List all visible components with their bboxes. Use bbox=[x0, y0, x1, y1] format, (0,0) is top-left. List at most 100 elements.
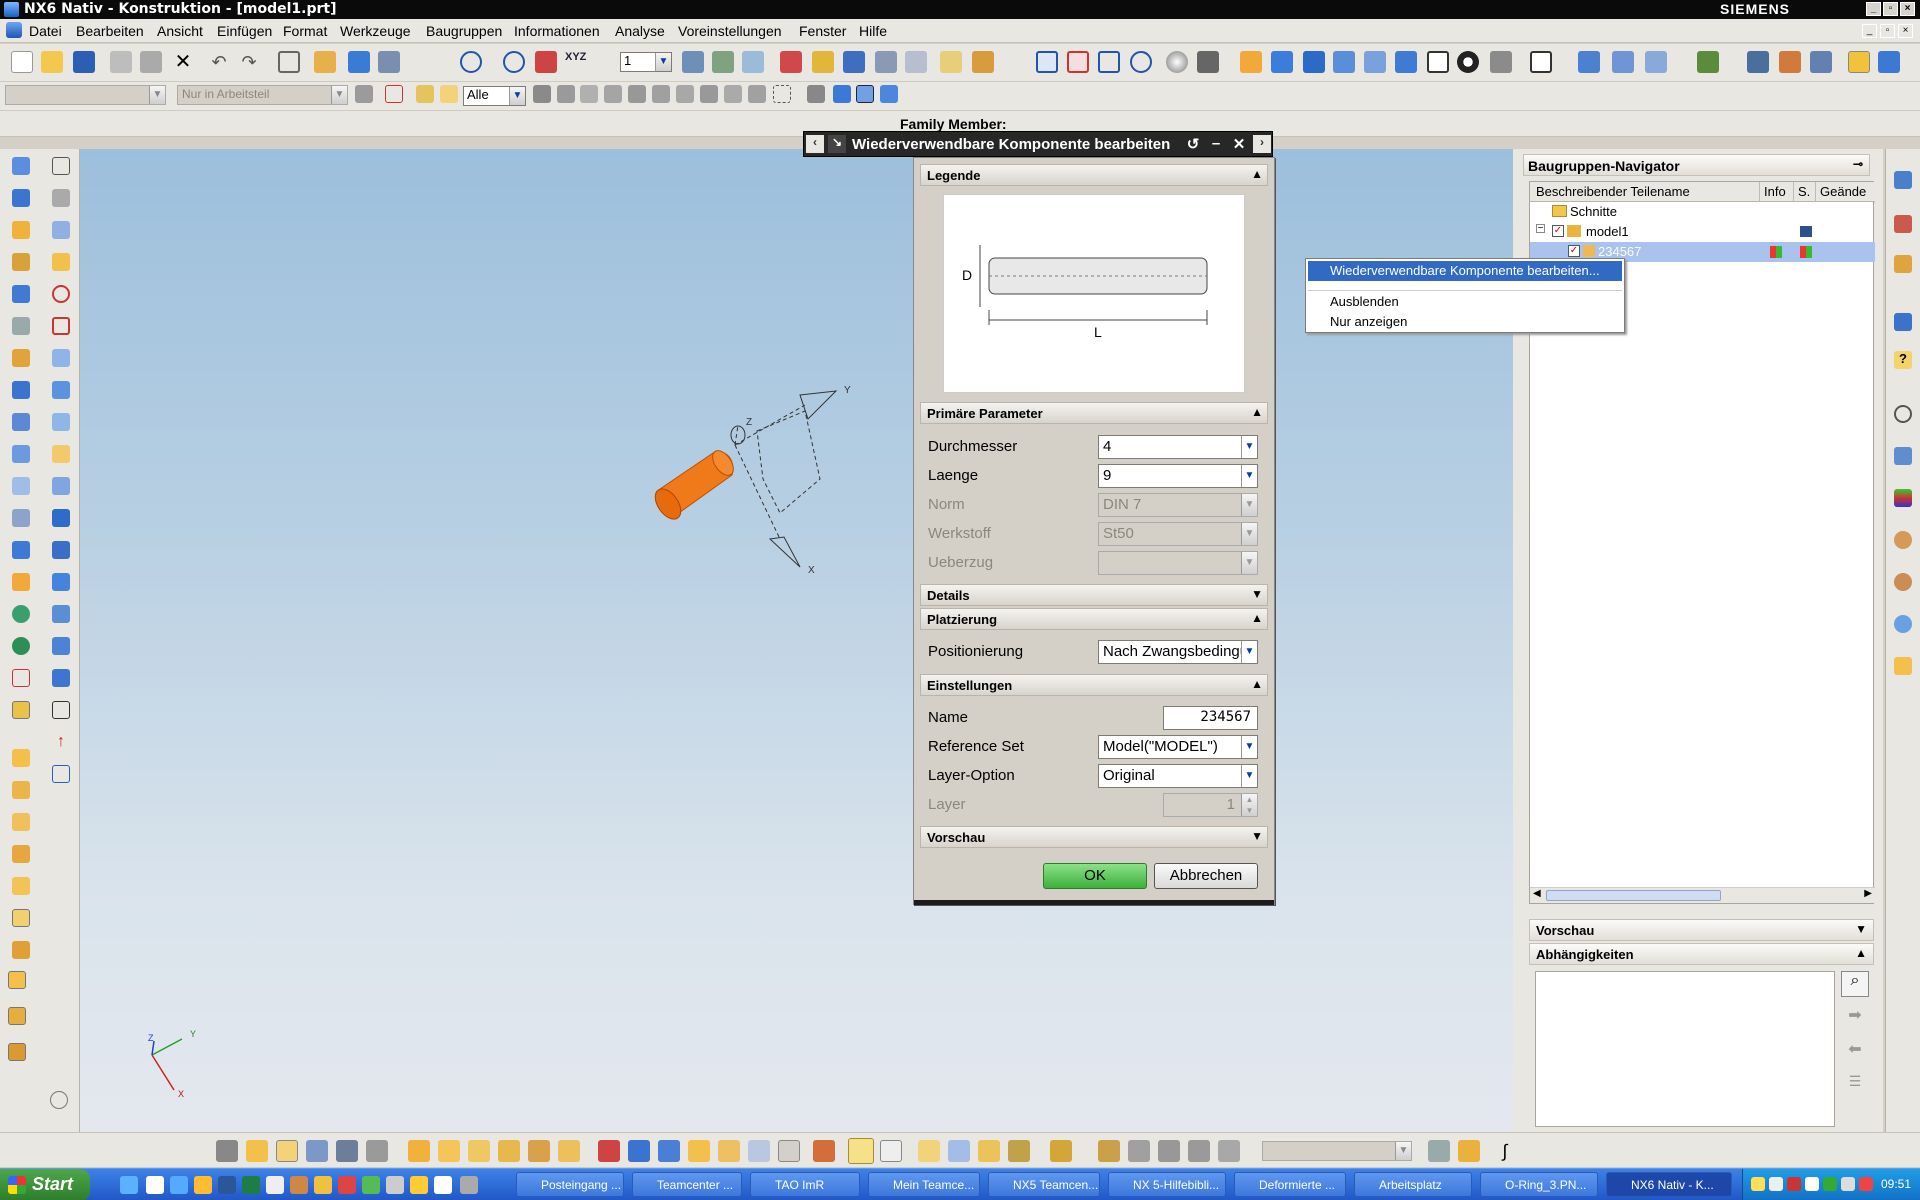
dependencies-list[interactable] bbox=[1535, 971, 1835, 1127]
explode-icon[interactable] bbox=[905, 51, 927, 73]
mirror-icon[interactable] bbox=[12, 477, 30, 495]
snap-intersect-icon[interactable] bbox=[748, 85, 766, 103]
shell-icon[interactable] bbox=[52, 349, 70, 367]
type-filter-select[interactable]: ▼ bbox=[5, 85, 166, 105]
mirror-assembly-icon[interactable] bbox=[12, 877, 30, 895]
doc-close-button[interactable]: × bbox=[1898, 24, 1913, 38]
component-icon[interactable] bbox=[246, 1140, 268, 1162]
sketch-grid-icon[interactable] bbox=[52, 157, 70, 175]
reuse-library-icon[interactable] bbox=[1848, 51, 1870, 73]
tray-update-icon[interactable] bbox=[1823, 1177, 1837, 1191]
system-materials-icon[interactable] bbox=[1894, 447, 1912, 465]
explode-view-icon[interactable] bbox=[688, 1140, 710, 1162]
pad-icon[interactable] bbox=[12, 285, 30, 303]
menu-datei[interactable]: Datei bbox=[29, 23, 62, 39]
revolve-icon[interactable] bbox=[12, 189, 30, 207]
rectangle-icon[interactable] bbox=[52, 701, 70, 719]
task-teamcenter[interactable]: Teamcenter ... bbox=[632, 1172, 742, 1197]
drawing-icon[interactable] bbox=[918, 1140, 940, 1162]
nx-app-icon[interactable] bbox=[4, 2, 19, 17]
primary-params-section-header[interactable]: Primäre Parameter ▲ bbox=[920, 402, 1268, 424]
wave-geometry-icon[interactable] bbox=[12, 941, 30, 959]
user-icon[interactable] bbox=[1894, 573, 1912, 591]
quicklaunch-folder-icon[interactable] bbox=[314, 1176, 332, 1194]
menu-informationen[interactable]: Informationen bbox=[514, 23, 600, 39]
start-button[interactable]: Start bbox=[0, 1169, 90, 1200]
chevron-down-icon[interactable]: ▼ bbox=[509, 87, 525, 105]
xyz-icon[interactable]: XYZ bbox=[565, 51, 587, 73]
cylinder-icon[interactable] bbox=[52, 221, 70, 239]
snap-curve-icon[interactable] bbox=[533, 85, 551, 103]
horizontal-scrollbar[interactable]: ◀ ▶ bbox=[1530, 887, 1875, 903]
web-browser-icon[interactable] bbox=[1894, 615, 1912, 633]
delete-icon[interactable]: ✕ bbox=[172, 51, 194, 73]
trim-body-icon[interactable] bbox=[52, 381, 70, 399]
doc-minimize-button[interactable]: _ bbox=[1862, 24, 1877, 38]
pin-part[interactable] bbox=[650, 447, 738, 524]
sequence-icon[interactable] bbox=[718, 1140, 740, 1162]
knowledge-icon[interactable] bbox=[1697, 51, 1719, 73]
edge-blend-icon[interactable] bbox=[52, 285, 70, 303]
snap-center-icon[interactable] bbox=[652, 85, 670, 103]
link-icon[interactable] bbox=[1158, 1140, 1180, 1162]
chamfer-icon[interactable] bbox=[52, 317, 70, 335]
add-existing-icon[interactable] bbox=[12, 781, 30, 799]
part-select-icon[interactable] bbox=[856, 85, 874, 103]
routing-icon[interactable] bbox=[1008, 1140, 1030, 1162]
add-icon[interactable] bbox=[408, 1140, 430, 1162]
view-trimetric-icon[interactable] bbox=[1395, 51, 1417, 73]
snap-end-icon[interactable] bbox=[676, 85, 694, 103]
col-status-header[interactable]: S. bbox=[1794, 182, 1816, 202]
assembly-navigator-tab-icon[interactable] bbox=[1894, 171, 1912, 189]
datum-axis-icon[interactable] bbox=[52, 669, 70, 687]
menu-werkzeuge[interactable]: Werkzeuge bbox=[340, 23, 411, 39]
constraint-navigator-tab-icon[interactable] bbox=[1894, 215, 1912, 233]
pin-icon[interactable]: ⊸ bbox=[1853, 157, 1863, 171]
pin-icon[interactable]: ↘ bbox=[828, 135, 846, 153]
datum-plane-icon[interactable] bbox=[535, 51, 557, 73]
assembly-constraint-icon[interactable] bbox=[780, 51, 802, 73]
curve-icon[interactable]: ∫ bbox=[1494, 1140, 1516, 1162]
selection-scope-select[interactable]: Alle ▼ bbox=[463, 86, 526, 106]
wave-link-icon[interactable] bbox=[1578, 51, 1600, 73]
scope-filter-select[interactable]: Nur in Arbeitsteil ▼ bbox=[177, 85, 348, 105]
quicklaunch-app-icon[interactable] bbox=[362, 1176, 380, 1194]
paste-icon[interactable] bbox=[140, 51, 162, 73]
scroll-left-icon[interactable]: ◀ bbox=[1533, 888, 1541, 899]
checkbox-icon[interactable]: ✓ bbox=[1568, 245, 1580, 257]
copy-to-layer-icon[interactable] bbox=[742, 51, 764, 73]
wireframe-icon[interactable] bbox=[1427, 51, 1449, 73]
customize-icon[interactable] bbox=[1779, 51, 1801, 73]
reference-set-select[interactable]: Model("MODEL") ▼ bbox=[1098, 735, 1258, 759]
open-folder-icon[interactable] bbox=[41, 51, 63, 73]
reuse-library-tab-icon[interactable] bbox=[1894, 313, 1912, 331]
stop-icon[interactable] bbox=[1428, 1140, 1450, 1162]
intersect-icon[interactable] bbox=[12, 413, 30, 431]
measure-distance-icon[interactable] bbox=[940, 51, 962, 73]
offset-face-icon[interactable] bbox=[52, 477, 70, 495]
measure-angle-icon[interactable] bbox=[972, 51, 994, 73]
shaded-icon[interactable] bbox=[1166, 51, 1188, 73]
datum-csys-icon[interactable] bbox=[12, 669, 30, 687]
create-icon[interactable] bbox=[438, 1140, 460, 1162]
view-right-icon[interactable] bbox=[1333, 51, 1355, 73]
gear-icon[interactable] bbox=[50, 1091, 68, 1109]
replace-component-icon[interactable] bbox=[12, 845, 30, 863]
chevron-down-icon[interactable]: ▼ bbox=[1241, 736, 1257, 758]
redo-icon[interactable]: ↷ bbox=[238, 51, 260, 73]
ctx-show-only[interactable]: Nur anzeigen bbox=[1308, 311, 1622, 331]
select-all-icon[interactable] bbox=[807, 85, 825, 103]
point-icon[interactable] bbox=[12, 573, 30, 591]
dialog-title-bar[interactable]: ‹ ↘ Wiederverwendbare Komponente bearbei… bbox=[803, 131, 1273, 157]
chevron-down-icon[interactable]: ▼ bbox=[331, 86, 347, 104]
roles-icon[interactable] bbox=[1810, 51, 1832, 73]
snap-point-icon[interactable] bbox=[460, 51, 482, 73]
col-name-header[interactable]: Beschreibender Teilename bbox=[1530, 182, 1760, 202]
fit-icon[interactable] bbox=[1067, 51, 1089, 73]
snap-point-2-icon[interactable] bbox=[628, 85, 646, 103]
rectangle-select-icon[interactable] bbox=[773, 85, 791, 103]
chevron-down-icon[interactable]: ▼ bbox=[1855, 922, 1867, 936]
interpart-link-icon[interactable] bbox=[1218, 1140, 1240, 1162]
task-deformierte[interactable]: Deformierte ... bbox=[1234, 1172, 1346, 1197]
new-file-icon[interactable] bbox=[11, 51, 33, 73]
